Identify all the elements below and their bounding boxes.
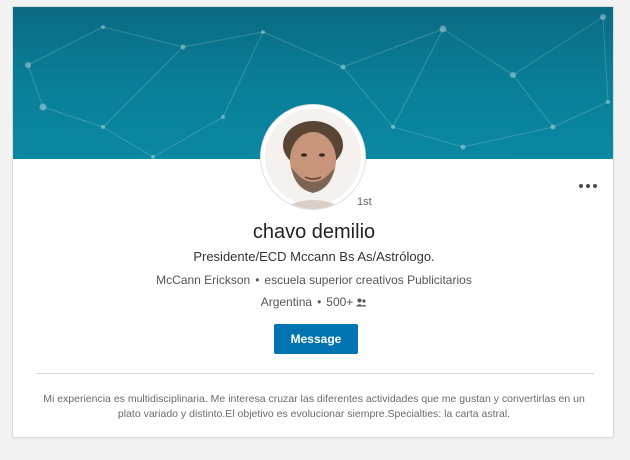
section-divider — [36, 373, 594, 374]
connection-degree: 1st — [357, 196, 372, 208]
profile-card: 1st chavo demilio Presidente/ECD Mccann … — [12, 6, 614, 438]
profile-photo[interactable] — [261, 105, 365, 209]
more-horizontal-icon — [579, 184, 583, 188]
more-options-button[interactable] — [578, 179, 598, 193]
message-button[interactable]: Message — [274, 324, 358, 354]
profile-headline: Presidente/ECD Mccann Bs As/Astrólogo. — [193, 249, 435, 264]
connections-count[interactable]: 500+ — [326, 295, 353, 309]
profile-name: chavo demilio — [252, 221, 376, 243]
profile-organizations: McCann Erickson • escuela superior creativ… — [156, 273, 472, 287]
profile-summary: Mi experiencia es multidisciplinaria. Me… — [43, 393, 585, 420]
company-link[interactable]: McCann Erickson — [156, 273, 250, 287]
profile-location-line: Argentina • 500+ — [13, 295, 613, 309]
school-link[interactable]: escuela superior creativos Publicitarios — [264, 273, 471, 287]
connections-icon — [356, 298, 367, 307]
avatar-portrait — [261, 105, 365, 209]
location-text: Argentina — [260, 295, 313, 309]
